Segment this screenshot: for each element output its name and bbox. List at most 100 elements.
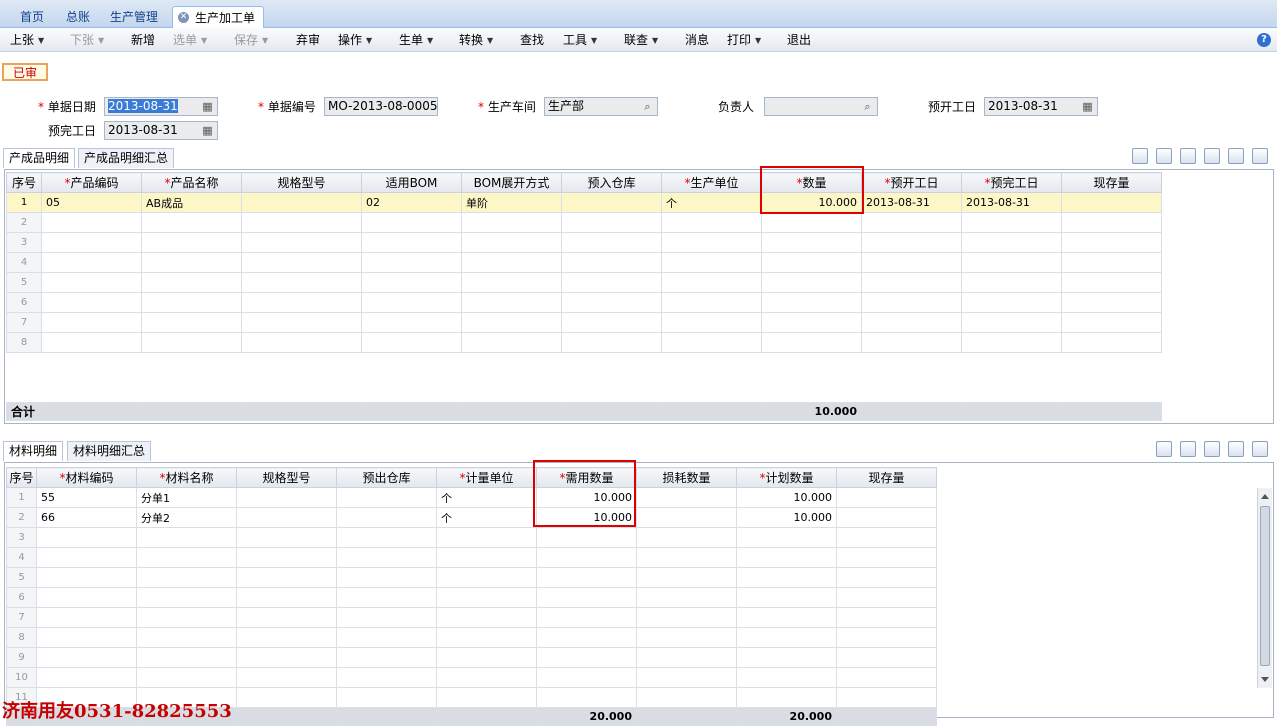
toolbar-button-3[interactable]: 选单 ▼ [173,32,207,48]
table-cell[interactable] [436,547,537,568]
paste-icon[interactable] [1156,148,1172,164]
table-cell[interactable] [1061,272,1162,293]
table-cell[interactable] [736,627,837,648]
column-header[interactable]: *材料编码 [36,467,137,488]
table-cell[interactable] [36,627,137,648]
table-row[interactable]: 6 [6,587,937,608]
table-cell[interactable]: AB成品 [141,192,242,213]
table-cell[interactable]: 55 [36,487,137,508]
table-cell[interactable] [661,212,762,233]
column-header[interactable]: 预出仓库 [336,467,437,488]
table-cell[interactable]: 6 [6,587,37,608]
table-row[interactable]: 4 [6,252,1162,273]
table-cell[interactable] [336,627,437,648]
table-cell[interactable] [736,667,837,688]
table-cell[interactable] [661,292,762,313]
column-header[interactable]: 规格型号 [236,467,337,488]
table-cell[interactable] [836,527,937,548]
column-header[interactable]: 规格型号 [241,172,362,193]
table-cell[interactable] [636,487,737,508]
table-cell[interactable] [736,687,837,708]
table-cell[interactable] [961,232,1062,253]
table-cell[interactable]: 1 [6,487,37,508]
table-cell[interactable] [336,567,437,588]
table-cell[interactable] [436,647,537,668]
toolbar-button-0[interactable]: 上张 ▼ [10,32,44,48]
table-cell[interactable] [236,587,337,608]
table-cell[interactable] [336,547,437,568]
doc-no-field[interactable]: MO-2013-08-0005 [324,97,438,116]
table-cell[interactable] [136,667,237,688]
table-cell[interactable] [236,647,337,668]
table-row[interactable]: 6 [6,292,1162,313]
column-header[interactable]: 序号 [6,467,37,488]
export-excel-icon[interactable] [1204,441,1220,457]
table-cell[interactable] [336,687,437,708]
table-cell[interactable]: 2 [6,507,37,528]
table-cell[interactable] [536,687,637,708]
table-row[interactable]: 10 [6,667,937,688]
column-header[interactable]: 现存量 [836,467,937,488]
table-cell[interactable] [761,212,862,233]
table-cell[interactable] [461,292,562,313]
copy-icon[interactable] [1132,148,1148,164]
table-cell[interactable] [661,332,762,353]
toolbar-button-11[interactable]: 联查 ▼ [624,32,658,48]
table-cell[interactable] [361,312,462,333]
table-cell[interactable] [836,507,937,528]
table-cell[interactable]: 个 [436,507,537,528]
calendar-icon[interactable]: ▦ [201,124,214,137]
table-cell[interactable] [536,647,637,668]
toolbar-button-7[interactable]: 生单 ▼ [399,32,433,48]
table-cell[interactable] [436,627,537,648]
table-cell[interactable]: 7 [6,607,37,628]
table-row[interactable]: 7 [6,607,937,628]
table-cell[interactable] [136,567,237,588]
table-cell[interactable] [241,252,362,273]
table-row[interactable]: 7 [6,312,1162,333]
tab-ledger[interactable]: 总账 [66,6,90,28]
column-header[interactable]: *计划数量 [736,467,837,488]
table-cell[interactable]: 2 [6,212,42,233]
table-cell[interactable] [836,587,937,608]
table-cell[interactable] [561,292,662,313]
table-cell[interactable]: 单阶 [461,192,562,213]
table-cell[interactable] [861,332,962,353]
table-cell[interactable] [636,627,737,648]
table-cell[interactable]: 8 [6,332,42,353]
toolbar-button-14[interactable]: 退出 [787,32,811,48]
table-cell[interactable] [836,667,937,688]
table-cell[interactable]: 8 [6,627,37,648]
calendar-icon[interactable]: ▦ [1081,100,1094,113]
table-cell[interactable] [536,667,637,688]
table-cell[interactable] [1061,332,1162,353]
scroll-up-icon[interactable] [1261,494,1269,499]
toolbar-button-4[interactable]: 保存 ▼ [234,32,268,48]
table-cell[interactable] [661,252,762,273]
tab-work-order[interactable]: ✕ 生产加工单 [172,6,265,28]
table-cell[interactable]: 9 [6,647,37,668]
table-cell[interactable] [436,587,537,608]
table-cell[interactable]: 2013-08-31 [861,192,962,213]
table-cell[interactable] [661,272,762,293]
table-cell[interactable] [336,527,437,548]
table-cell[interactable] [241,232,362,253]
table-cell[interactable] [636,567,737,588]
table-row[interactable]: 8 [6,332,1162,353]
table-cell[interactable] [661,232,762,253]
table-cell[interactable] [861,232,962,253]
table-cell[interactable] [536,527,637,548]
tab-material-summary[interactable]: 材料明细汇总 [67,441,152,461]
table-cell[interactable] [736,547,837,568]
table-row[interactable]: 2 [6,212,1162,233]
table-cell[interactable] [861,312,962,333]
help-icon[interactable]: ? [1257,33,1271,47]
table-cell[interactable] [136,607,237,628]
table-cell[interactable] [141,312,242,333]
table-cell[interactable] [236,527,337,548]
table-cell[interactable] [1061,232,1162,253]
table-cell[interactable] [336,647,437,668]
table-cell[interactable] [736,587,837,608]
table-cell[interactable] [336,607,437,628]
column-header[interactable]: 损耗数量 [636,467,737,488]
